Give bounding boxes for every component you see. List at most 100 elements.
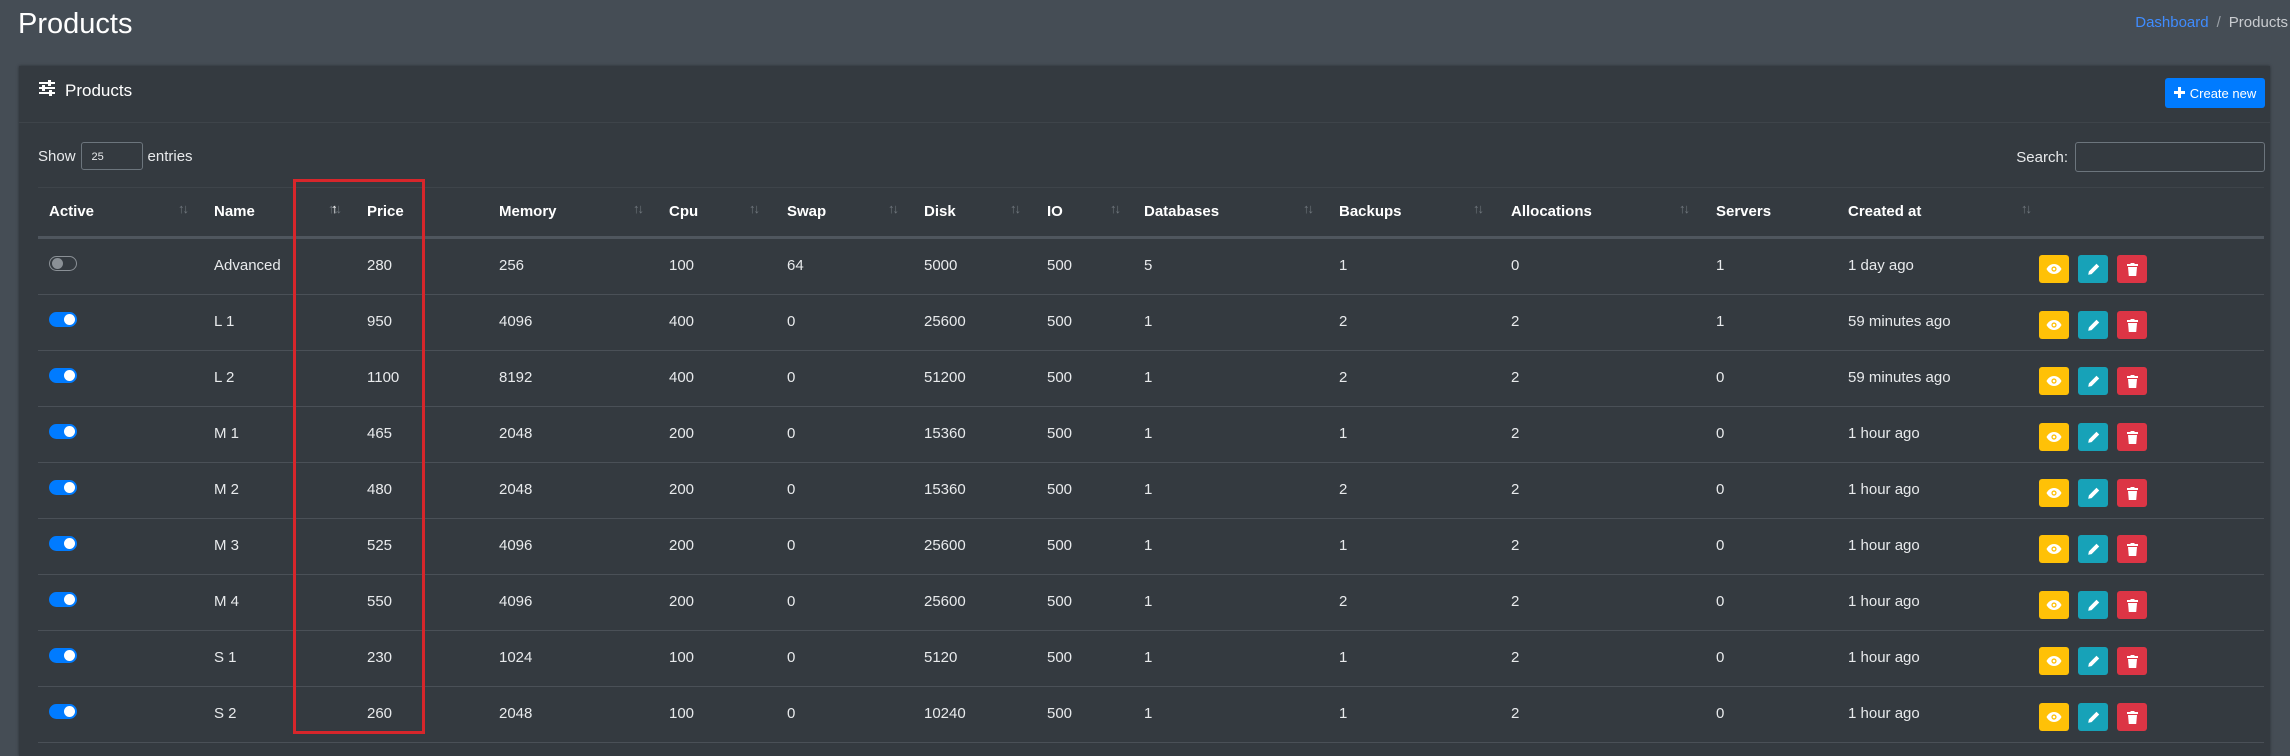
view-button[interactable]	[2039, 255, 2069, 283]
column-header-backups[interactable]: Backups	[1339, 203, 1402, 220]
search-control: Search:	[2016, 142, 2265, 172]
sort-arrows-icon[interactable]: ↑↓	[633, 201, 644, 216]
pencil-icon	[2087, 543, 2100, 556]
view-button[interactable]	[2039, 367, 2069, 395]
eye-icon	[2046, 319, 2062, 331]
cell-allocations: 2	[1511, 481, 1520, 498]
active-toggle[interactable]	[49, 592, 77, 607]
cell-created: 59 minutes ago	[1848, 313, 1951, 330]
active-toggle[interactable]	[49, 368, 77, 383]
eye-icon	[2046, 543, 2062, 555]
toggle-knob	[64, 370, 75, 381]
edit-button[interactable]	[2078, 591, 2108, 619]
delete-button[interactable]	[2117, 535, 2147, 563]
edit-button[interactable]	[2078, 311, 2108, 339]
edit-button[interactable]	[2078, 255, 2108, 283]
edit-button[interactable]	[2078, 535, 2108, 563]
column-header-name[interactable]: Name	[214, 203, 255, 220]
cell-name: S 1	[214, 649, 237, 666]
sort-arrows-icon[interactable]: ↑↓	[1679, 201, 1690, 216]
column-header-active[interactable]: Active	[49, 203, 94, 220]
row-actions	[2039, 255, 2147, 283]
delete-button[interactable]	[2117, 311, 2147, 339]
column-header-disk[interactable]: Disk	[924, 203, 956, 220]
create-new-button[interactable]: Create new	[2165, 78, 2265, 108]
column-header-io[interactable]: IO	[1047, 203, 1063, 220]
toggle-knob	[64, 650, 75, 661]
cell-backups: 1	[1339, 537, 1348, 554]
delete-button[interactable]	[2117, 591, 2147, 619]
table-row: S 1 230 1024 100 0 5120 500 1 1 2 0 1 hour ago	[38, 631, 2264, 687]
search-input[interactable]	[2075, 142, 2265, 172]
view-button[interactable]	[2039, 311, 2069, 339]
column-header-price[interactable]: Price	[367, 203, 404, 220]
cell-databases: 1	[1144, 649, 1153, 666]
view-button[interactable]	[2039, 647, 2069, 675]
active-toggle[interactable]	[49, 536, 77, 551]
active-toggle[interactable]	[49, 256, 77, 271]
table-row: Advanced 280 256 100 64 5000 500 5 1 0 1 1 day ago	[38, 239, 2264, 295]
cell-databases: 1	[1144, 705, 1153, 722]
sort-arrows-icon[interactable]: ↑↓	[888, 201, 899, 216]
cell-swap: 0	[787, 705, 796, 722]
column-header-cpu[interactable]: Cpu	[669, 203, 698, 220]
pencil-icon	[2087, 263, 2100, 276]
column-header-allocations[interactable]: Allocations	[1511, 203, 1592, 220]
column-header-databases[interactable]: Databases	[1144, 203, 1219, 220]
cell-price: 1100	[367, 369, 400, 386]
delete-button[interactable]	[2117, 703, 2147, 731]
view-button[interactable]	[2039, 423, 2069, 451]
active-toggle[interactable]	[49, 424, 77, 439]
cell-backups: 2	[1339, 369, 1348, 386]
sort-arrows-icon[interactable]: ↑↓	[1473, 201, 1484, 216]
card-title-label: Products	[65, 80, 133, 100]
delete-button[interactable]	[2117, 423, 2147, 451]
cell-cpu: 100	[669, 649, 695, 666]
sort-arrows-icon[interactable]: ↑↓	[1010, 201, 1021, 216]
delete-button[interactable]	[2117, 647, 2147, 675]
entries-select[interactable]: 25	[80, 142, 143, 170]
table-row: L 2 1100 8192 400 0 51200 500 1 2 2 0 59 minutes ag…	[38, 351, 2264, 407]
cell-cpu: 200	[669, 481, 695, 498]
toggle-knob	[64, 538, 75, 549]
cell-created: 1 hour ago	[1848, 425, 1920, 442]
cell-created: 1 hour ago	[1848, 537, 1920, 554]
column-header-servers[interactable]: Servers	[1716, 203, 1771, 220]
cell-swap: 0	[787, 313, 796, 330]
view-button[interactable]	[2039, 479, 2069, 507]
sort-arrows-icon[interactable]: ↑↓	[749, 201, 760, 216]
active-toggle[interactable]	[49, 648, 77, 663]
delete-button[interactable]	[2117, 479, 2147, 507]
edit-button[interactable]	[2078, 647, 2108, 675]
cell-servers: 0	[1716, 649, 1725, 666]
sort-arrows-icon[interactable]: ↑↓	[1303, 201, 1314, 216]
cell-allocations: 2	[1511, 537, 1520, 554]
sort-arrows-icon[interactable]: ↑↓	[178, 201, 189, 216]
column-header-memory[interactable]: Memory	[499, 203, 557, 220]
column-header-created[interactable]: Created at	[1848, 203, 1921, 220]
entries-label: entries	[147, 147, 193, 165]
cell-allocations: 2	[1511, 705, 1520, 722]
trash-icon	[2126, 374, 2138, 388]
delete-button[interactable]	[2117, 367, 2147, 395]
delete-button[interactable]	[2117, 255, 2147, 283]
cell-io: 500	[1047, 481, 1073, 498]
column-header-swap[interactable]: Swap	[787, 203, 826, 220]
cell-disk: 15360	[924, 481, 966, 498]
active-toggle[interactable]	[49, 312, 77, 327]
view-button[interactable]	[2039, 535, 2069, 563]
edit-button[interactable]	[2078, 367, 2108, 395]
active-toggle[interactable]	[49, 704, 77, 719]
breadcrumb-dashboard-link[interactable]: Dashboard	[2135, 14, 2208, 31]
edit-button[interactable]	[2078, 423, 2108, 451]
sort-arrows-icon[interactable]: ↑↓	[331, 201, 342, 216]
view-button[interactable]	[2039, 591, 2069, 619]
active-toggle[interactable]	[49, 480, 77, 495]
edit-button[interactable]	[2078, 479, 2108, 507]
cell-databases: 1	[1144, 369, 1153, 386]
sort-arrows-icon[interactable]: ↑↓	[2021, 201, 2032, 216]
search-label: Search:	[2016, 148, 2068, 166]
edit-button[interactable]	[2078, 703, 2108, 731]
sort-arrows-icon[interactable]: ↑↓	[1110, 201, 1121, 216]
view-button[interactable]	[2039, 703, 2069, 731]
